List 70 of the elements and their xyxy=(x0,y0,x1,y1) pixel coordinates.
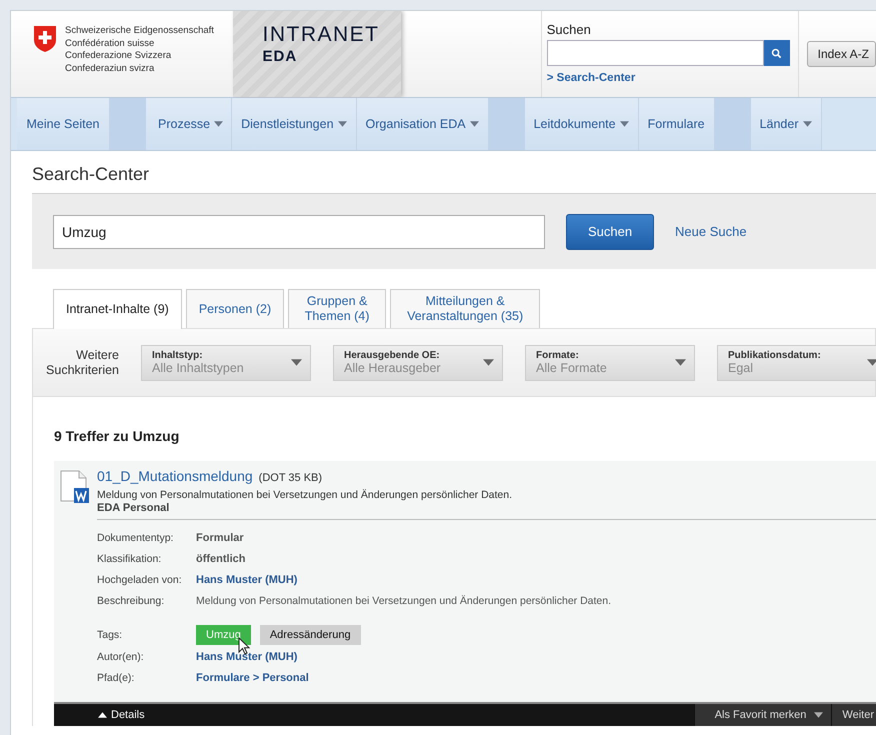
confederation-name: Confederazione Svizzera xyxy=(65,50,172,62)
filter-label: Weitere Suchkriterien xyxy=(45,348,119,378)
confederation-name: Confédération suisse xyxy=(65,38,156,50)
search-button[interactable]: Suchen xyxy=(566,214,654,250)
tab[interactable]: Intranet-Inhalte (9) xyxy=(53,289,182,329)
nav-item[interactable]: Meine Seiten xyxy=(17,98,110,150)
index-button[interactable]: Index A-Z xyxy=(806,41,876,67)
nav-item[interactable]: Organisation EDA xyxy=(356,98,489,150)
nav-item[interactable]: Länder xyxy=(750,98,822,150)
detail-label: Hochgeladen von: xyxy=(97,574,183,586)
nav-item[interactable]: Dienstleistungen xyxy=(232,98,357,150)
document-icon xyxy=(60,470,90,504)
caret-icon xyxy=(620,121,629,127)
tab[interactable]: Personen (2) xyxy=(186,289,284,328)
caret-icon xyxy=(291,359,302,366)
caret-icon xyxy=(802,121,812,127)
detail-label: Beschreibung: xyxy=(97,594,166,606)
nav-spacer xyxy=(110,98,146,150)
detail-value: Formular xyxy=(196,532,244,544)
nav-item[interactable]: Leitdokumente xyxy=(524,98,639,150)
caret-icon xyxy=(814,712,824,718)
caret-icon xyxy=(470,121,479,127)
filter-dropdown[interactable]: Herausgebende OE: Alle Herausgeber xyxy=(333,344,503,380)
detail-value: Meldung von Personalmutationen bei Versetzungen und Änderungen persönlicher Daten. xyxy=(196,594,612,606)
brand-subtitle: EDA xyxy=(262,48,298,65)
search-center-link[interactable]: > Search-Center xyxy=(546,72,798,84)
result-description: Meldung von Personalmutationen bei Versetzungen und Änderungen persönlicher Daten. xyxy=(97,489,514,501)
caret-icon xyxy=(675,359,686,366)
confederation-name: Confederaziun svizra xyxy=(65,62,156,75)
caret-icon xyxy=(483,359,494,366)
detail-label: Klassifikation: xyxy=(97,552,162,564)
tab[interactable]: Mitteilungen & Veranstaltungen (35) xyxy=(390,289,540,328)
filter-dropdown[interactable]: Formate: Alle Formate xyxy=(525,344,695,380)
brand-title: INTRANET xyxy=(262,23,380,47)
filter-dropdown[interactable]: Publikationsdatum: Egal xyxy=(717,344,876,380)
more-button[interactable]: Weiter xyxy=(831,704,876,726)
caret-icon xyxy=(867,359,876,366)
search-field[interactable] xyxy=(546,40,764,66)
detail-link[interactable]: Hans Muster (MUH) xyxy=(196,574,298,586)
details-toggle[interactable]: Details xyxy=(54,709,145,721)
new-search-link[interactable]: Neue Suche xyxy=(675,224,747,239)
page-title: Search-Center xyxy=(32,164,150,185)
detail-link[interactable]: Hans Muster (MUH) xyxy=(196,650,298,662)
nav-item[interactable]: Formulare xyxy=(638,98,715,150)
caret-icon xyxy=(338,121,347,127)
result-title-link[interactable]: 01_D_Mutationsmeldung xyxy=(97,468,253,484)
detail-label: Autor(en): xyxy=(97,650,145,662)
detail-label: Pfad(e): xyxy=(97,672,136,684)
nav-spacer xyxy=(488,98,525,150)
triangle-up-icon xyxy=(98,712,107,718)
tag[interactable]: Adressänderung xyxy=(260,625,361,645)
favorite-button[interactable]: Als Favorit merken xyxy=(694,704,832,726)
nav-spacer xyxy=(714,98,751,150)
detail-label: Dokumententyp: xyxy=(97,532,174,544)
file-info: (DOT 35 KB) xyxy=(258,472,322,484)
nav-item[interactable]: Prozesse xyxy=(146,98,232,150)
search-icon xyxy=(771,48,782,58)
search-button[interactable] xyxy=(764,40,790,66)
result-source: EDA Personal xyxy=(97,502,170,514)
caret-icon xyxy=(214,121,224,127)
results-heading: 9 Treffer zu Umzug xyxy=(54,427,180,446)
tab[interactable]: Gruppen & Themen (4) xyxy=(288,289,386,328)
detail-label: Tags: xyxy=(97,629,124,641)
search-label: Suchen xyxy=(546,22,592,37)
swiss-cross-icon xyxy=(33,25,57,53)
query-field[interactable]: Umzug xyxy=(53,214,545,248)
filter-dropdown[interactable]: Inhaltstyp: Alle Inhaltstypen xyxy=(141,344,311,380)
detail-value: öffentlich xyxy=(196,552,246,564)
detail-link[interactable]: Formulare > Personal xyxy=(196,672,309,684)
confederation-name: Schweizerische Eidgenossenschaft xyxy=(65,25,214,38)
